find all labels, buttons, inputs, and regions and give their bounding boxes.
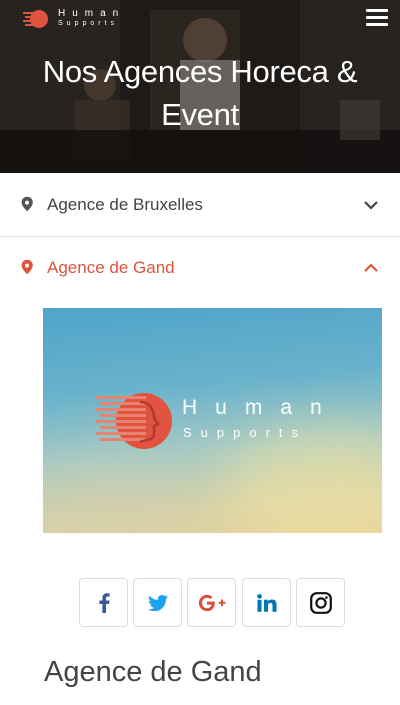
- panel-brand-tagline: Supports: [183, 425, 308, 440]
- panel-brand-name: Human: [182, 396, 340, 419]
- linkedin-icon: [256, 593, 276, 612]
- hamburger-menu-icon[interactable]: [366, 9, 388, 29]
- brand-name: Human: [58, 8, 126, 19]
- instagram-button[interactable]: [296, 578, 345, 627]
- agency-image: Human Supports: [43, 308, 382, 533]
- map-marker-icon: [21, 259, 33, 275]
- accordion-label: Agence de Gand: [47, 258, 175, 277]
- twitter-icon: [147, 594, 168, 611]
- linkedin-button[interactable]: [242, 578, 291, 627]
- brand-logo-mark-icon: [96, 393, 172, 449]
- instagram-icon: [309, 591, 332, 614]
- google-plus-icon: [198, 594, 225, 611]
- accordion-label: Agence de Bruxelles: [47, 195, 203, 214]
- chevron-up-icon: [364, 263, 378, 272]
- brand-logo-mark-icon: [23, 10, 48, 28]
- facebook-button[interactable]: [79, 578, 128, 627]
- page-title: Nos Agences Horeca & Event: [0, 50, 400, 136]
- section-title: Agence de Gand: [44, 656, 262, 688]
- map-marker-icon: [21, 196, 33, 212]
- accordion-item-gand[interactable]: Agence de Gand: [0, 237, 400, 300]
- brand-logo[interactable]: Human Supports: [22, 7, 132, 31]
- facebook-icon: [98, 592, 110, 613]
- hero-header: Human Supports Nos Agences Horeca & Even…: [0, 0, 400, 173]
- twitter-button[interactable]: [133, 578, 182, 627]
- chevron-down-icon: [364, 201, 378, 210]
- accordion-item-bruxelles[interactable]: Agence de Bruxelles: [0, 174, 400, 237]
- brand-tagline: Supports: [58, 20, 119, 27]
- google-plus-button[interactable]: [187, 578, 236, 627]
- page-title-line-1: Nos Agences Horeca &: [42, 54, 358, 89]
- page-title-line-2: Event: [161, 97, 239, 132]
